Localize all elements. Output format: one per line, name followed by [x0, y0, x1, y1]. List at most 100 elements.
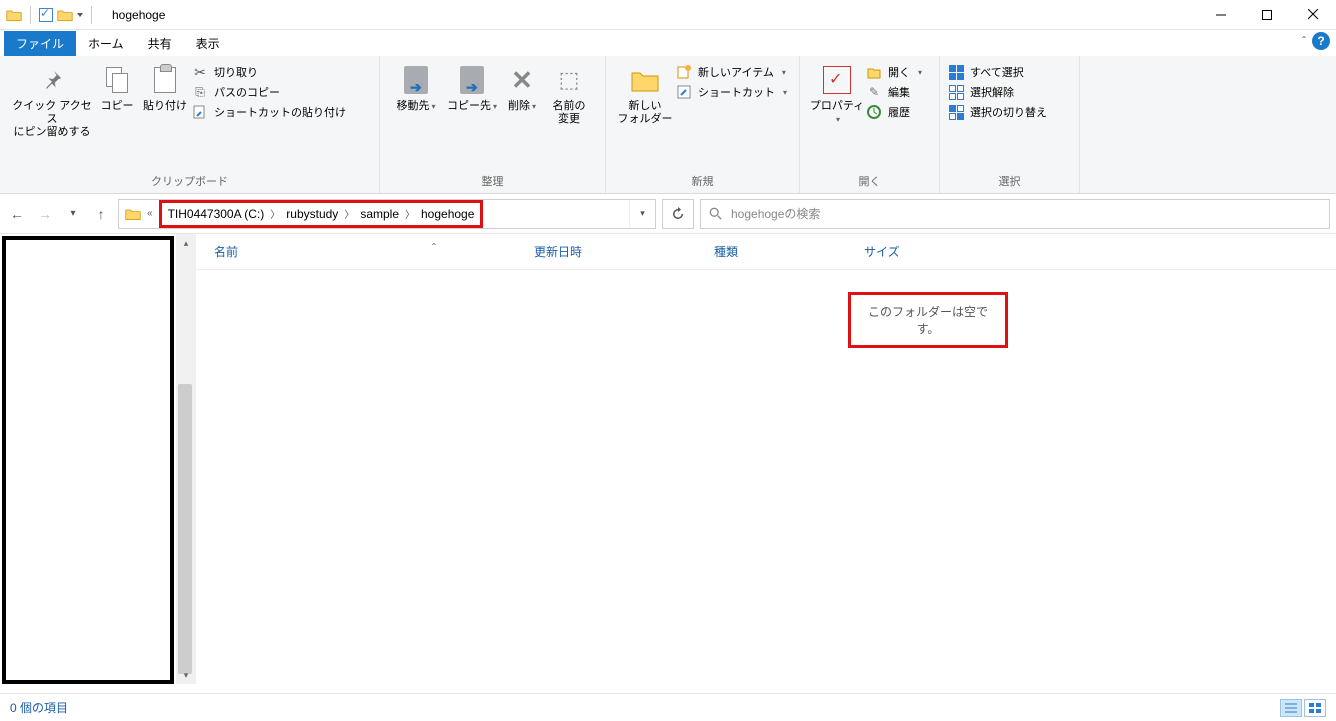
select-invert-button[interactable]: 選択の切り替え: [948, 104, 1047, 120]
file-list: 名前 更新日時 種類 サイズ このフォルダーは空です。: [196, 234, 1336, 684]
move-to-icon: ➔: [404, 66, 428, 94]
delete-button[interactable]: ✕ 削除▾: [500, 62, 544, 113]
copy-path-icon: ⎘: [192, 84, 208, 100]
breadcrumb: TIH0447300A (C:) 〉 rubystudy 〉 sample 〉 …: [159, 200, 484, 228]
details-view-icon: [1285, 703, 1297, 713]
crumb-hogehoge[interactable]: hogehoge: [421, 207, 474, 221]
group-new-label: 新規: [606, 171, 799, 193]
qat-folder-icon[interactable]: [57, 8, 73, 22]
delete-icon: ✕: [511, 65, 533, 96]
thumbnails-view-button[interactable]: [1304, 699, 1326, 717]
maximize-button[interactable]: [1244, 0, 1290, 30]
address-dropdown[interactable]: ▾: [629, 200, 655, 228]
column-type[interactable]: 種類: [696, 243, 846, 260]
new-item-icon: [676, 64, 692, 80]
column-headers: 名前 更新日時 種類 サイズ: [196, 234, 1336, 270]
select-none-icon: [948, 84, 964, 100]
column-size[interactable]: サイズ: [846, 243, 918, 260]
minimize-button[interactable]: [1198, 0, 1244, 30]
group-open-label: 開く: [800, 171, 939, 193]
collapse-ribbon-icon[interactable]: ˆ: [1302, 34, 1306, 48]
qat-properties-icon[interactable]: [39, 8, 53, 22]
history-icon: [866, 104, 882, 120]
window-title: hogehoge: [112, 8, 165, 22]
main-area: ▴ ▾ 名前 更新日時 種類 サイズ このフォルダーは空です。: [0, 234, 1336, 684]
scissors-icon: ✂: [192, 64, 208, 80]
search-icon: [709, 207, 723, 221]
edit-button[interactable]: ✎ 編集: [866, 84, 922, 100]
details-view-button[interactable]: [1280, 699, 1302, 717]
cut-button[interactable]: ✂ 切り取り: [192, 64, 346, 80]
recent-locations-button[interactable]: ▾: [62, 203, 84, 225]
group-clipboard-label: クリップボード: [0, 171, 379, 193]
pushpin-icon: [41, 69, 63, 91]
clipboard-icon: [154, 67, 176, 93]
scrollbar-thumb[interactable]: [178, 384, 192, 674]
thumbnails-view-icon: [1309, 703, 1321, 713]
properties-button[interactable]: プロパティ▾: [808, 62, 866, 126]
copy-icon: [106, 67, 128, 93]
pin-to-quick-access-button[interactable]: クイック アクセス にピン留めする: [8, 62, 96, 140]
sidebar-scrollbar[interactable]: ▴ ▾: [176, 234, 196, 684]
crumb-rubystudy[interactable]: rubystudy: [286, 207, 338, 221]
search-box[interactable]: hogehogeの検索: [700, 199, 1330, 229]
quick-access-toolbar: [0, 6, 102, 24]
navigation-bar: ← → ▾ ↑ « TIH0447300A (C:) 〉 rubystudy 〉…: [0, 194, 1336, 234]
tab-file[interactable]: ファイル: [4, 31, 76, 56]
back-button[interactable]: ←: [6, 203, 28, 225]
scroll-up-icon[interactable]: ▴: [176, 234, 196, 252]
copy-to-icon: ➔: [460, 66, 484, 94]
column-name[interactable]: 名前: [196, 243, 516, 260]
column-date[interactable]: 更新日時: [516, 243, 696, 260]
select-invert-icon: [948, 104, 964, 120]
refresh-button[interactable]: [662, 199, 694, 229]
copy-path-button[interactable]: ⎘ パスのコピー: [192, 84, 346, 100]
tab-home[interactable]: ホーム: [76, 31, 136, 56]
status-bar: 0 個の項目: [0, 693, 1336, 721]
select-all-button[interactable]: すべて選択: [948, 64, 1047, 80]
move-to-button[interactable]: ➔ 移動先▾: [388, 62, 444, 113]
crumb-drive[interactable]: TIH0447300A (C:): [168, 207, 265, 221]
rename-button[interactable]: ⬚ 名前の 変更: [544, 62, 594, 126]
group-organize-label: 整理: [380, 171, 605, 193]
edit-icon: ✎: [866, 84, 882, 100]
chevron-right-icon[interactable]: 〉: [344, 206, 354, 221]
select-all-icon: [948, 64, 964, 80]
folder-icon: [6, 8, 22, 22]
address-bar[interactable]: « TIH0447300A (C:) 〉 rubystudy 〉 sample …: [118, 199, 656, 229]
help-icon[interactable]: ?: [1312, 32, 1330, 50]
copy-button[interactable]: コピー: [96, 62, 138, 113]
new-folder-button[interactable]: 新しい フォルダー: [614, 62, 676, 126]
rename-icon: ⬚: [559, 67, 580, 93]
open-icon: [866, 64, 882, 80]
history-button[interactable]: 履歴: [866, 104, 922, 120]
scroll-down-icon[interactable]: ▾: [176, 666, 196, 684]
copy-to-button[interactable]: ➔ コピー先▾: [444, 62, 500, 113]
folder-icon: [125, 207, 141, 221]
navigation-pane[interactable]: [2, 236, 174, 684]
item-count: 0 個の項目: [10, 699, 68, 716]
chevron-right-icon[interactable]: 〉: [405, 206, 415, 221]
paste-shortcut-button[interactable]: ショートカットの貼り付け: [192, 104, 346, 120]
new-item-button[interactable]: 新しいアイテム▾: [676, 64, 787, 80]
up-button[interactable]: ↑: [90, 203, 112, 225]
forward-button[interactable]: →: [34, 203, 56, 225]
open-button[interactable]: 開く▾: [866, 64, 922, 80]
new-folder-icon: [630, 67, 660, 93]
empty-folder-message: このフォルダーは空です。: [848, 292, 1008, 348]
crumb-sample[interactable]: sample: [360, 207, 399, 221]
refresh-icon: [671, 207, 685, 221]
view-toggle: [1280, 699, 1326, 717]
search-placeholder: hogehogeの検索: [731, 205, 820, 222]
ribbon-tabs: ファイル ホーム 共有 表示 ˆ ?: [0, 30, 1336, 56]
new-shortcut-button[interactable]: ショートカット▾: [676, 84, 787, 100]
title-bar: hogehoge: [0, 0, 1336, 30]
select-none-button[interactable]: 選択解除: [948, 84, 1047, 100]
qat-dropdown-icon[interactable]: [77, 13, 83, 17]
tab-share[interactable]: 共有: [136, 31, 184, 56]
chevron-right-icon[interactable]: 〉: [270, 206, 280, 221]
paste-button[interactable]: 貼り付け: [138, 62, 192, 113]
close-button[interactable]: [1290, 0, 1336, 30]
tab-view[interactable]: 表示: [184, 31, 232, 56]
properties-icon: [823, 66, 851, 94]
